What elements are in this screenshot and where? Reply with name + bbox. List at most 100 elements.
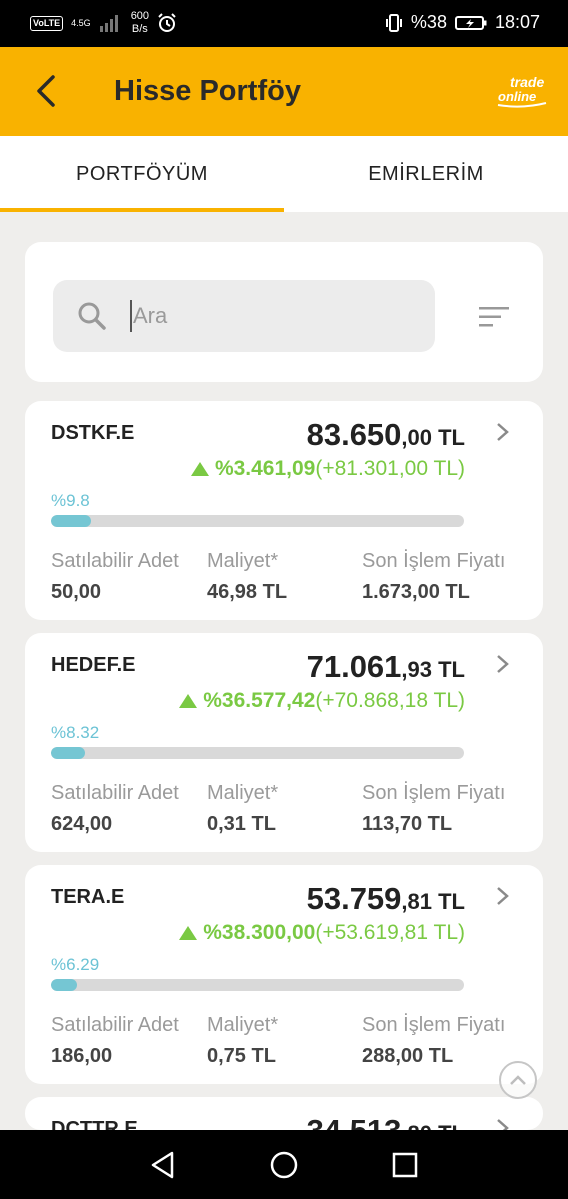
search-placeholder: Ara <box>133 303 168 328</box>
cost-value: 0,31 TL <box>207 813 276 835</box>
tab-bar: PORTFÖYÜM EMİRLERİM <box>0 136 568 212</box>
weight-bar-fill <box>51 747 86 759</box>
logo-text-trade: trade <box>510 74 544 90</box>
text-cursor <box>130 300 132 332</box>
value-main: 53.759 <box>306 881 402 916</box>
weight-bar <box>51 515 464 527</box>
portfolio-weight: %8.32 <box>51 723 100 742</box>
status-bar: VoLTE 4.5G 600 B/s %38 18:07 <box>0 0 568 47</box>
stock-card[interactable]: DSTKF.E 83.650,00 TL %3.461,09 (+81.301,0… <box>25 401 543 620</box>
clock: 18:07 <box>494 12 540 32</box>
last-price-value: 288,00 TL <box>362 1045 454 1067</box>
network-type: 4.5G <box>71 18 91 28</box>
last-price-value: 1.673,00 TL <box>362 581 470 603</box>
weight-bar <box>51 747 464 759</box>
change: %3.461,09 (+81.301,00 TL) <box>190 457 465 481</box>
stock-card[interactable]: TERA.E 53.759,81 TL %38.300,00 (+53.619,8… <box>25 865 543 1084</box>
cost-value: 46,98 TL <box>207 581 288 603</box>
tab-emirlerim[interactable]: EMİRLERİM <box>284 136 568 212</box>
volte-icon: VoLTE <box>30 15 64 31</box>
status-left: VoLTE 4.5G 600 B/s <box>30 10 177 36</box>
network-speed: 600 B/s <box>131 10 149 36</box>
search-icon <box>78 302 106 330</box>
scroll-to-top-button[interactable] <box>499 1061 537 1099</box>
value-decimal: ,93 TL <box>401 657 465 682</box>
up-triangle-icon <box>179 926 198 940</box>
position-value: 53.759,81 TL <box>307 881 465 917</box>
value-main: 71.061 <box>306 649 402 684</box>
label-qty: Satılabilir Adet <box>51 1014 179 1036</box>
value-main: 83.650 <box>306 417 402 452</box>
weight-bar-fill <box>51 979 77 991</box>
battery-percent: %38 <box>410 12 447 32</box>
back-button[interactable] <box>28 71 64 111</box>
stock-symbol: DCTTR.E <box>51 1118 138 1130</box>
chevron-right-icon[interactable] <box>495 1118 511 1130</box>
up-triangle-icon <box>179 694 198 708</box>
nav-back-icon[interactable] <box>148 1150 178 1180</box>
label-qty: Satılabilir Adet <box>51 782 179 804</box>
stock-symbol: TERA.E <box>51 886 125 908</box>
change-amount: (+53.619,81 TL) <box>315 921 465 944</box>
value-main: 34.513 <box>307 1113 402 1130</box>
stock-symbol: HEDEF.E <box>51 654 136 676</box>
change-percent: %36.577,42 <box>203 689 316 712</box>
value-decimal: ,81 TL <box>401 889 465 914</box>
qty-value: 50,00 <box>51 581 102 603</box>
label-qty: Satılabilir Adet <box>51 550 179 572</box>
label-last: Son İşlem Fiyatı <box>362 1014 506 1036</box>
sort-icon[interactable] <box>478 306 510 328</box>
change-amount: (+81.301,00 TL) <box>315 457 465 480</box>
chevron-right-icon[interactable] <box>495 654 511 674</box>
nav-home-icon[interactable] <box>269 1150 299 1180</box>
chevron-right-icon[interactable] <box>495 886 511 906</box>
label-last: Son İşlem Fiyatı <box>362 550 506 572</box>
signal-icon <box>99 15 118 32</box>
label-cost: Maliyet* <box>207 550 279 572</box>
active-tab-indicator <box>0 208 284 212</box>
value-decimal: ,00 TL <box>401 425 465 450</box>
speed-value: 600 <box>130 10 150 22</box>
alarm-icon <box>158 13 176 32</box>
nav-recents-icon[interactable] <box>390 1150 420 1180</box>
change-percent: %38.300,00 <box>203 921 316 944</box>
qty-value: 186,00 <box>51 1045 113 1067</box>
tab-portfoyum[interactable]: PORTFÖYÜM <box>0 136 284 212</box>
stock-card[interactable]: HEDEF.E 71.061,93 TL %36.577,42 (+70.868,… <box>25 633 543 852</box>
system-nav-bar <box>0 1130 568 1199</box>
logo-text-online: online <box>498 89 536 104</box>
app-bar: Hisse Portföy trade online <box>0 47 568 136</box>
chevron-up-icon <box>510 1075 526 1085</box>
trade-online-logo: trade online <box>497 74 547 108</box>
label-last: Son İşlem Fiyatı <box>362 782 506 804</box>
label-cost: Maliyet* <box>207 1014 279 1036</box>
position-value: 71.061,93 TL <box>307 649 465 685</box>
qty-value: 624,00 <box>51 813 113 835</box>
search-input[interactable]: Ara <box>53 280 435 352</box>
stock-card[interactable]: DCTTR.E 34.513,80 TL <box>25 1097 543 1130</box>
position-value: 83.650,00 TL <box>307 417 465 453</box>
status-right: %38 18:07 <box>385 12 540 33</box>
weight-bar <box>51 979 464 991</box>
back-arrow-icon <box>37 75 55 107</box>
chevron-right-icon[interactable] <box>495 422 511 442</box>
vibrate-icon <box>385 13 402 32</box>
portfolio-weight: %9.8 <box>51 491 90 510</box>
label-cost: Maliyet* <box>207 782 279 804</box>
speed-unit: B/s <box>131 23 148 35</box>
page-title: Hisse Portföy <box>114 75 301 107</box>
stock-symbol: DSTKF.E <box>51 422 135 444</box>
change-percent: %3.461,09 <box>214 457 316 480</box>
cost-value: 0,75 TL <box>207 1045 276 1067</box>
change: %38.300,00 (+53.619,81 TL) <box>179 921 465 945</box>
position-value: 34.513,80 TL <box>307 1113 465 1130</box>
up-triangle-icon <box>190 462 209 476</box>
change-amount: (+70.868,18 TL) <box>315 689 465 712</box>
value-decimal: ,80 TL <box>401 1121 465 1130</box>
portfolio-weight: %6.29 <box>51 955 100 974</box>
battery-charging-icon <box>454 15 487 30</box>
search-card: Ara <box>25 242 543 382</box>
last-price-value: 113,70 TL <box>362 813 453 835</box>
weight-bar-fill <box>51 515 92 527</box>
change: %36.577,42 (+70.868,18 TL) <box>179 689 465 713</box>
